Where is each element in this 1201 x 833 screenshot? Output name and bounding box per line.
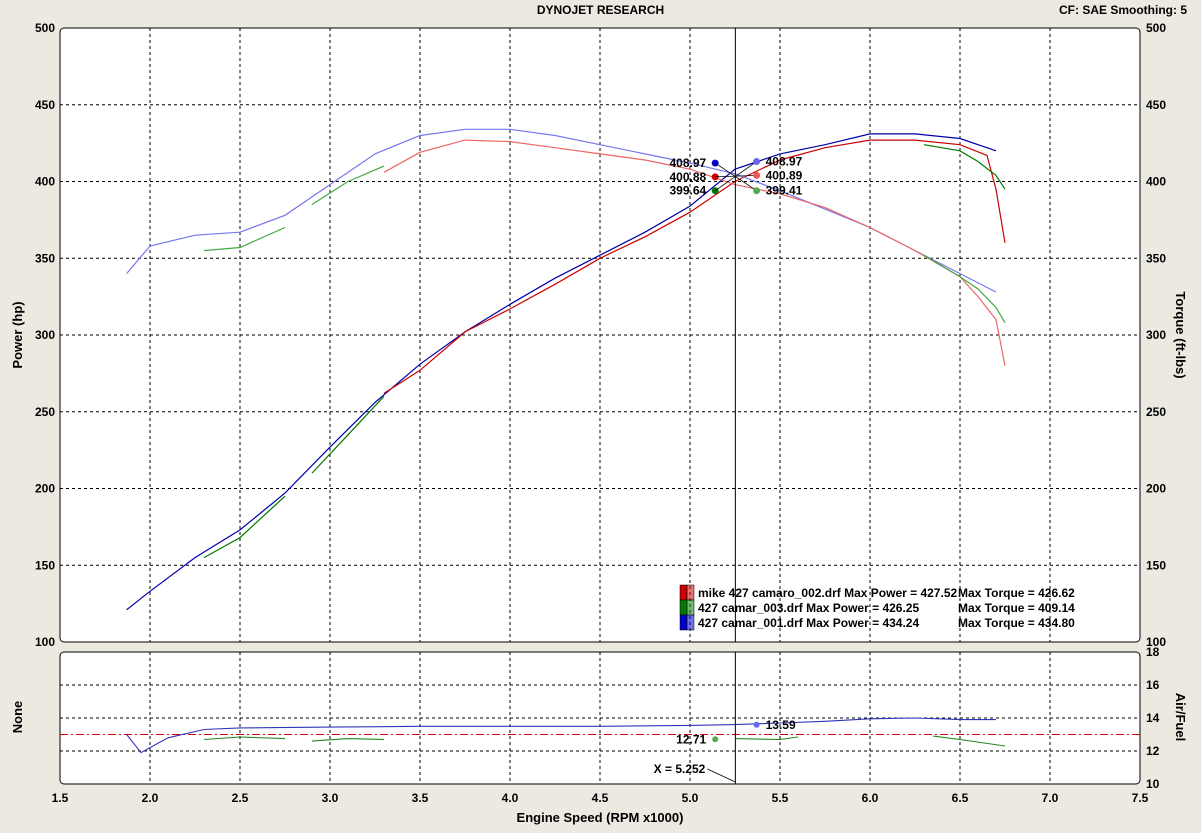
y-tick-label-torque: 450 [1146,98,1166,112]
x-tick-label: 6.0 [862,791,879,805]
cursor-x-readout: X = 5.252 [654,762,706,776]
cursor-marker-afr [712,736,719,743]
legend-entry-name: 427 camar_001.drf Max Power = 434.24 [698,616,919,630]
cursor-value-left: 399.64 [669,184,706,198]
legend-swatch [686,614,695,631]
y-tick-label-power: 350 [35,251,55,265]
x-tick-label: 2.0 [142,791,159,805]
dyno-chart: 1.5 2.0 2.5 3.0 3.5 4.0 4.5 5.0 5.5 6.0 6.5 7.0 7.51… [10,21,1188,825]
cursor-marker [753,158,761,166]
y-tick-label-airfuel: 12 [1146,744,1160,758]
legend-entry-torque: Max Torque = 409.14 [958,601,1075,615]
y-tick-label-power: 200 [35,482,55,496]
legend-entry-torque: Max Torque = 426.62 [958,586,1075,600]
x-tick-label: 4.5 [592,791,609,805]
y-tick-label-airfuel: 10 [1146,777,1160,791]
x-tick-label: 7.5 [1132,791,1149,805]
y-tick-label-torque: 200 [1146,482,1166,496]
legend-swatch [679,599,688,616]
y-tick-label-airfuel: 16 [1146,678,1160,692]
y-tick-label-power: 100 [35,635,55,649]
x-axis-label: Engine Speed (RPM x1000) [517,810,684,825]
x-tick-label: 5.5 [772,791,789,805]
y-axis-label-power: Power (hp) [10,301,25,368]
cursor-value-right: 399.41 [766,184,803,198]
y-axis-label-torque: Torque (ft-lbs) [1173,291,1188,378]
y-axis-label-none: None [10,701,25,734]
x-tick-label: 4.0 [502,791,519,805]
legend-entry-name: 427 camar_003.drf Max Power = 426.25 [698,601,919,615]
cursor-value-left: 400.88 [669,170,706,184]
cursor-value-afr: 12.71 [676,732,706,746]
cursor-value-right: 400.89 [766,168,803,182]
x-tick-label: 5.0 [682,791,699,805]
x-tick-label: 1.5 [52,791,69,805]
legend-swatch [686,599,695,616]
y-tick-label-power: 450 [35,98,55,112]
x-tick-label: 7.0 [1042,791,1059,805]
legend-swatch [679,614,688,631]
legend-swatch [686,584,695,601]
cursor-marker [753,187,761,195]
cursor-marker [753,171,761,179]
y-tick-label-power: 300 [35,328,55,342]
cursor-value-left: 408.97 [669,156,706,170]
y-tick-label-power: 400 [35,175,55,189]
x-tick-label: 3.5 [412,791,429,805]
y-tick-label-power: 250 [35,405,55,419]
cursor-value-afr: 13.59 [766,718,796,732]
legend-entry-torque: Max Torque = 434.80 [958,616,1075,630]
cursor-marker-afr [753,721,760,728]
y-tick-label-torque: 150 [1146,558,1166,572]
y-tick-label-airfuel: 18 [1146,645,1160,659]
cursor-value-right: 408.97 [766,155,803,169]
legend-swatch [679,584,688,601]
legend-entry-name: mike 427 camaro_002.drf Max Power = 427.… [698,586,957,600]
y-tick-label-torque: 300 [1146,328,1166,342]
x-tick-label: 2.5 [232,791,249,805]
y-tick-label-torque: 350 [1146,251,1166,265]
y-tick-label-airfuel: 14 [1146,711,1160,725]
y-axis-label-airfuel: Air/Fuel [1173,693,1188,741]
y-tick-label-torque: 400 [1146,175,1166,189]
y-tick-label-power: 500 [35,21,55,35]
x-tick-label: 3.0 [322,791,339,805]
y-tick-label-torque: 500 [1146,21,1166,35]
y-tick-label-power: 150 [35,558,55,572]
x-tick-label: 6.5 [952,791,969,805]
y-tick-label-torque: 250 [1146,405,1166,419]
